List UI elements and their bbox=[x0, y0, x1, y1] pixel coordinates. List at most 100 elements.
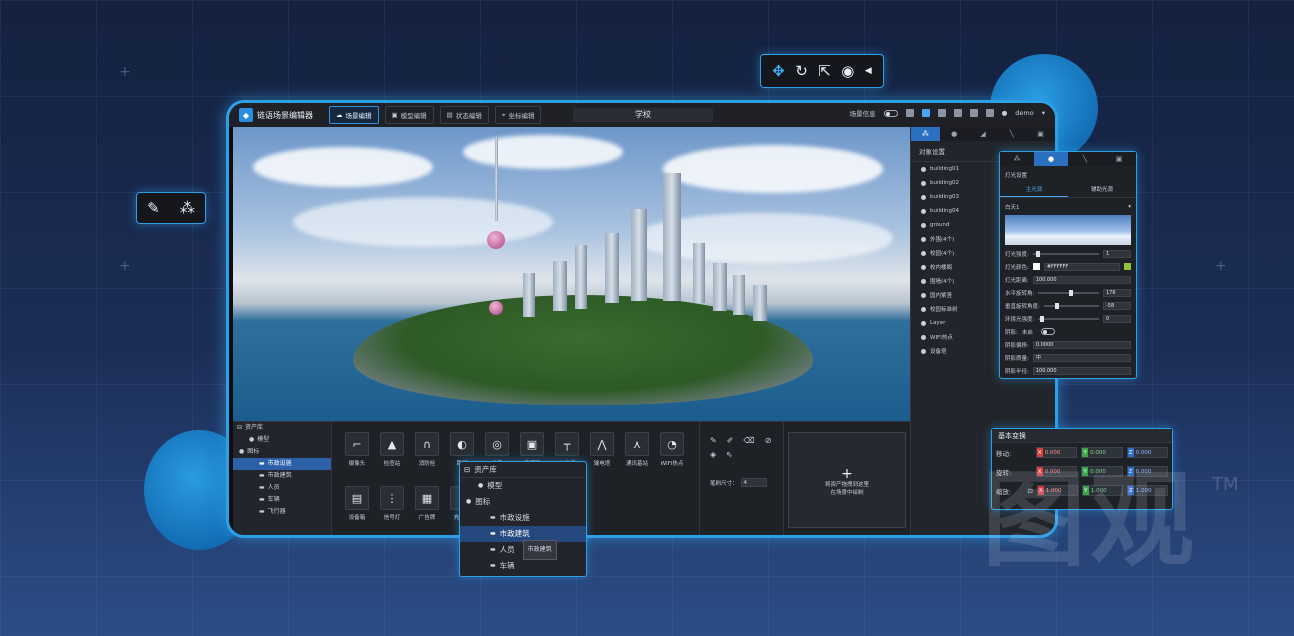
collapse-icon[interactable]: ⊟ bbox=[237, 422, 242, 434]
brush-size-input[interactable]: 4 bbox=[740, 478, 767, 487]
asset-item[interactable]: ▲ 检查站 bbox=[375, 432, 409, 467]
asset-item[interactable]: ⌐ 摄像头 bbox=[340, 432, 374, 467]
asset-library-item[interactable]: ▬ 人员 市政建筑 bbox=[460, 540, 586, 560]
brush-scatter-icon[interactable]: ✐ bbox=[727, 436, 734, 445]
light-setting-value[interactable]: 1 bbox=[1103, 249, 1131, 258]
light-setting-value[interactable]: 中 bbox=[1032, 353, 1131, 362]
asset-tree-item[interactable]: ▬ 车辆 bbox=[233, 494, 331, 506]
asset-tree-item[interactable]: ● 模型 bbox=[233, 434, 331, 446]
asset-tree-item[interactable]: ▬ 飞行器 bbox=[233, 506, 331, 518]
rotate-icon[interactable]: ↻ bbox=[795, 63, 808, 79]
tab-markers[interactable]: ● bbox=[940, 127, 969, 141]
slider-handle[interactable] bbox=[1039, 315, 1044, 322]
asset-tree-label: 人员 bbox=[267, 484, 280, 491]
3d-viewport[interactable] bbox=[233, 127, 910, 421]
asset-tree-item[interactable]: ▬ 人员 bbox=[233, 482, 331, 494]
fill-icon[interactable]: ◈ bbox=[710, 450, 716, 459]
asset-library-label: 图标 bbox=[475, 497, 491, 506]
transform-z-input[interactable]: Z 0.000 bbox=[1126, 447, 1168, 458]
object-name: 国内紫竖 bbox=[930, 293, 953, 299]
scale-icon[interactable]: ⇱ bbox=[818, 63, 831, 79]
transform-y-input[interactable]: Y 0.000 bbox=[1081, 447, 1123, 458]
color-picker[interactable] bbox=[1124, 263, 1131, 270]
lock-icon[interactable] bbox=[905, 109, 914, 117]
asset-item[interactable]: ∩ 消防栓 bbox=[410, 432, 444, 467]
light-slider[interactable] bbox=[1043, 302, 1099, 309]
asset-library-item[interactable]: ● 图标 bbox=[460, 494, 586, 510]
asset-library-item[interactable]: ● 模型 bbox=[460, 478, 586, 494]
brush-icon[interactable]: ✎ bbox=[147, 200, 160, 216]
object-dot-icon bbox=[921, 250, 926, 256]
light-color-value[interactable]: #FFFFFF bbox=[1043, 262, 1120, 271]
collapse-icon[interactable]: ⊟ bbox=[464, 462, 470, 478]
asset-library-item[interactable]: ▬ 市政设施 bbox=[460, 510, 586, 526]
checkpoint-icon: ▲ bbox=[380, 432, 404, 456]
asset-tree-label: 市政设施 bbox=[267, 460, 292, 467]
tab-tools[interactable]: ╲ bbox=[997, 127, 1026, 141]
light-setting-value[interactable]: -58 bbox=[1103, 301, 1131, 310]
tab-scene-edit[interactable]: ☁ 场景编辑 bbox=[329, 106, 379, 124]
light-setting-value[interactable]: 176 bbox=[1103, 288, 1131, 297]
scatter-brush-icon[interactable]: ⁂ bbox=[180, 200, 195, 216]
transform-x-input[interactable]: X 0.000 bbox=[1035, 447, 1078, 458]
drop-zone[interactable]: + 将资产拖拽到这里 在场景中绘制 bbox=[788, 432, 906, 528]
scene-name[interactable]: 学校 bbox=[573, 108, 713, 122]
tab-media[interactable]: ▣ bbox=[1026, 127, 1055, 141]
shadow-toggle[interactable] bbox=[1040, 328, 1055, 335]
light-slider[interactable] bbox=[1032, 250, 1099, 257]
tab-state-edit[interactable]: ▤ 状态编辑 bbox=[439, 106, 489, 124]
tab-objects[interactable]: ⁂ bbox=[1000, 152, 1034, 166]
user-avatar-icon[interactable]: ● bbox=[1002, 109, 1008, 117]
export-icon[interactable] bbox=[937, 109, 946, 117]
light-slider[interactable] bbox=[1038, 289, 1099, 296]
settings-icon[interactable] bbox=[969, 109, 978, 117]
asset-item[interactable]: ⋮ 信号灯 bbox=[375, 486, 409, 521]
brush-size-row: 笔刷尺寸： 4 bbox=[710, 478, 767, 487]
asset-tree-item[interactable]: ▬ 市政建筑 bbox=[233, 470, 331, 482]
asset-tree-item[interactable]: ▬ 市政设施 bbox=[233, 458, 331, 470]
brush-clear-icon[interactable]: ⊘ bbox=[765, 436, 772, 445]
tab-model-edit[interactable]: ▣ 模型编辑 bbox=[384, 106, 434, 124]
move-icon[interactable]: ✥ bbox=[772, 63, 785, 79]
tab-light[interactable]: ● bbox=[1034, 152, 1068, 166]
light-setting-row: 水平旋转角: 176 bbox=[1000, 286, 1136, 299]
tab-tools[interactable]: ╲ bbox=[1068, 152, 1102, 166]
tab-aux-light[interactable]: 辅助光源 bbox=[1068, 182, 1136, 197]
scene-info-toggle[interactable] bbox=[883, 109, 898, 117]
asset-item[interactable]: ▤ 设备箱 bbox=[340, 486, 374, 521]
help-icon[interactable] bbox=[985, 109, 994, 117]
light-setting-value[interactable]: 100.000 bbox=[1032, 275, 1131, 284]
place-icon[interactable]: ◉ bbox=[841, 63, 854, 79]
tab-coord-edit[interactable]: ⌖ 坐标编辑 bbox=[494, 106, 542, 124]
chevron-down-icon[interactable]: ▾ bbox=[1042, 109, 1045, 117]
asset-item[interactable]: ⋀ 输电塔 bbox=[585, 432, 619, 467]
slider-handle[interactable] bbox=[1036, 250, 1041, 257]
asset-item[interactable]: ⋏ 通讯基站 bbox=[620, 432, 654, 467]
tab-main-light[interactable]: 主光源 bbox=[1000, 182, 1068, 197]
caret-left-icon[interactable]: ◀ bbox=[865, 66, 872, 76]
light-setting-value[interactable]: 0 bbox=[1103, 314, 1131, 323]
color-swatch[interactable] bbox=[1032, 263, 1040, 270]
light-slider[interactable] bbox=[1038, 315, 1099, 322]
tab-objects[interactable]: ⁂ bbox=[911, 127, 940, 141]
save-icon[interactable] bbox=[921, 109, 930, 117]
light-rows: 灯光强度: 1 灯光颜色: #FFFFFF 灯光距离: 100.000 水平旋转角: 176 垂… bbox=[1000, 247, 1136, 377]
select-icon[interactable]: ⇖ bbox=[726, 450, 733, 459]
light-setting-value[interactable]: 0.0000 bbox=[1032, 340, 1131, 349]
asset-item[interactable]: ◔ WIFI热点 bbox=[655, 432, 689, 467]
light-preset-select[interactable]: 白天1 ▾ bbox=[1000, 200, 1136, 213]
tab-effects[interactable]: ◢ bbox=[969, 127, 998, 141]
user-name[interactable]: demo bbox=[1015, 109, 1033, 117]
light-setting-value[interactable]: 100.000 bbox=[1032, 366, 1131, 375]
screen-icon[interactable] bbox=[953, 109, 962, 117]
tab-media[interactable]: ▣ bbox=[1102, 152, 1136, 166]
eraser-icon[interactable]: ⌫ bbox=[743, 436, 754, 445]
asset-item[interactable]: ▦ 广告牌 bbox=[410, 486, 444, 521]
asset-tree-item[interactable]: ● 图标 bbox=[233, 446, 331, 458]
light-setting-label: 阴影偏移: bbox=[1005, 342, 1029, 349]
asset-library-item[interactable]: ▬ 车辆 bbox=[460, 558, 586, 574]
asset-library-items: ● 模型 ● 图标 ▬ 市政设施 ▬ 市政建筑 ▬ 人员 市政建筑 ▬ 车辆 bbox=[460, 478, 586, 574]
slider-handle[interactable] bbox=[1068, 289, 1073, 296]
slider-handle[interactable] bbox=[1054, 302, 1059, 309]
brush-icon[interactable]: ✎ bbox=[710, 436, 717, 445]
